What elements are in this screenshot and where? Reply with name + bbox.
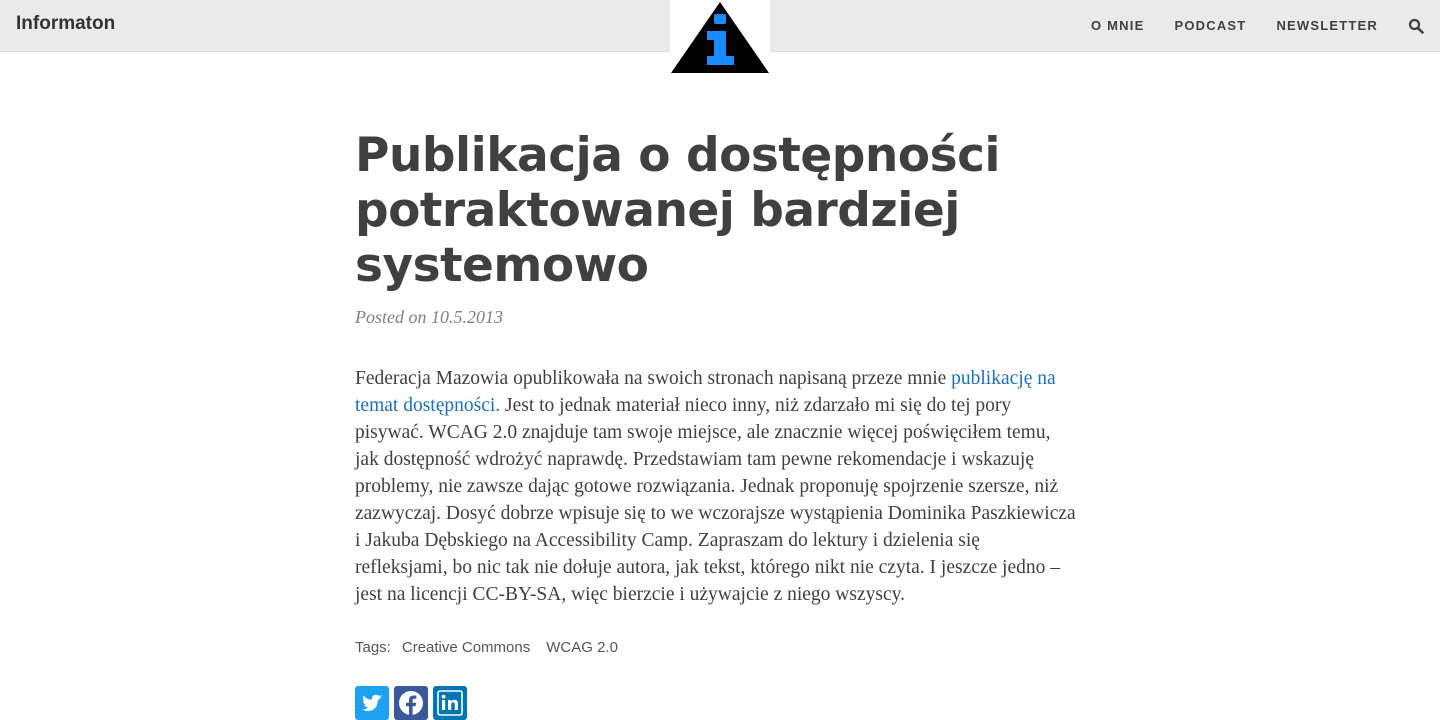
body-text-start: Federacja Mazowia opublikowała na swoich… — [355, 368, 952, 389]
facebook-icon — [394, 686, 428, 720]
nav-item-podcast[interactable]: PODCAST — [1174, 18, 1246, 33]
posted-label: Posted on — [355, 307, 431, 327]
site-logo[interactable] — [670, 0, 770, 76]
tag-wcag[interactable]: WCAG 2.0 — [546, 639, 618, 656]
nav-item-o-mnie[interactable]: O MNIE — [1091, 18, 1144, 33]
tags-label: Tags: — [355, 639, 391, 656]
share-linkedin-button[interactable] — [433, 686, 467, 720]
share-twitter-button[interactable] — [355, 686, 389, 720]
tag-creative-commons[interactable]: Creative Commons — [402, 639, 530, 656]
search-icon[interactable] — [1408, 18, 1424, 34]
linkedin-icon — [433, 686, 467, 720]
posted-date: 10.5.2013 — [431, 307, 503, 327]
body-text-end: Jest to jednak materiał nieco inny, niż … — [355, 395, 1076, 605]
nav-item-newsletter[interactable]: NEWSLETTER — [1276, 18, 1378, 33]
post-meta: Posted on 10.5.2013 — [355, 307, 1085, 328]
share-facebook-button[interactable] — [394, 686, 428, 720]
tags-row: Tags: Creative Commons WCAG 2.0 — [355, 639, 1085, 656]
main-nav: O MNIE PODCAST NEWSLETTER — [1061, 0, 1424, 51]
article-title: Publikacja o dostępności potraktowanej b… — [355, 128, 1001, 293]
share-buttons — [355, 686, 1085, 720]
twitter-icon — [355, 686, 389, 720]
brand-link[interactable]: Informaton — [16, 13, 115, 35]
info-triangle-icon — [671, 2, 769, 73]
article: Publikacja o dostępności potraktowanej b… — [355, 128, 1085, 720]
article-body: Federacja Mazowia opublikowała na swoich… — [355, 365, 1077, 608]
